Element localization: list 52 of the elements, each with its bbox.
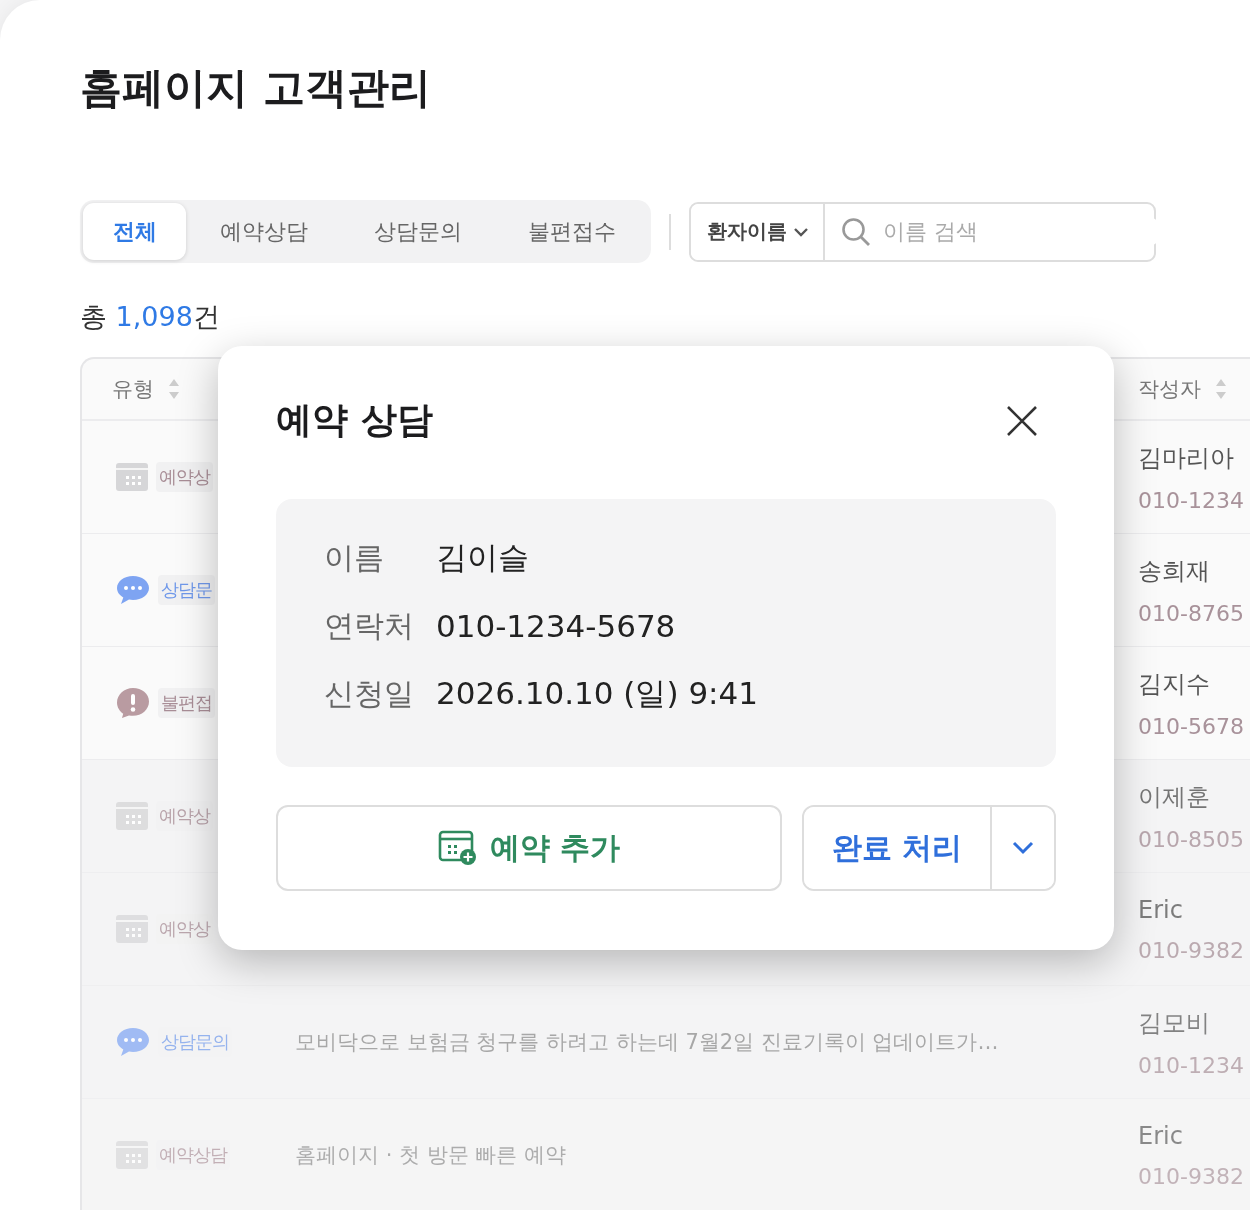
filter-tab[interactable]: 불편접수	[496, 203, 648, 260]
author-phone: 010-9382	[1138, 937, 1245, 963]
chevron-down-icon	[1012, 841, 1034, 855]
author-name: 김지수	[1138, 668, 1211, 700]
chat-bubble-icon	[116, 575, 150, 605]
field-value: 2026.10.10 (일) 9:41	[436, 674, 758, 713]
author-name: 김모비	[1138, 1007, 1211, 1039]
field-label: 신청일	[324, 674, 415, 713]
calendar-icon	[116, 915, 148, 943]
search-field[interactable]: 이름 검색	[825, 203, 1159, 260]
page-title: 홈페이지 고객관리	[80, 62, 432, 114]
author-phone: 010-9382	[1138, 1163, 1245, 1189]
sort-icon[interactable]	[168, 378, 180, 400]
calendar-icon	[116, 802, 148, 830]
close-button[interactable]	[1006, 404, 1038, 437]
author-name: Eric	[1138, 1121, 1184, 1150]
author-phone: 010-8765	[1138, 600, 1245, 626]
filter-tab[interactable]: 상담문의	[342, 203, 495, 260]
search-icon	[841, 216, 871, 247]
dialog-title: 예약 상담	[276, 398, 433, 442]
filter-tab[interactable]: 전체	[83, 203, 187, 260]
calendar-plus-icon	[437, 830, 478, 866]
author-phone: 010-1234	[1138, 487, 1245, 513]
field-label: 이름	[324, 538, 385, 577]
type-tag: 상담문	[158, 575, 215, 605]
field-value: 김이슬	[436, 538, 529, 577]
field-label: 연락처	[324, 606, 415, 645]
filter-tab[interactable]: 예약상담	[188, 203, 341, 260]
alert-bubble-icon	[116, 687, 150, 719]
message-text: 모비닥으로 보험금 청구를 하려고 하는데 7월2일 진료기록이 업데이트가…	[294, 1029, 1000, 1056]
field-value: 010-1234-5678	[436, 608, 676, 644]
complete-button[interactable]: 완료 처리	[804, 807, 992, 889]
add-reservation-button[interactable]: 예약 추가	[276, 805, 782, 891]
message-text: 홈페이지 · 첫 방문 빠른 예약	[294, 1142, 568, 1169]
column-header[interactable]: 유형	[82, 375, 277, 403]
chat-bubble-icon	[116, 1027, 150, 1057]
field-select[interactable]: 환자이름	[691, 203, 825, 260]
calendar-icon	[116, 1141, 148, 1169]
sort-icon[interactable]	[1215, 378, 1227, 400]
total-count: 총 1,098건	[80, 300, 221, 334]
type-tag: 불편접	[158, 688, 215, 718]
author-name: 송희재	[1138, 555, 1211, 587]
chevron-down-icon	[793, 226, 809, 237]
column-header[interactable]: 작성자	[1117, 375, 1250, 403]
author-name: 이제훈	[1138, 781, 1211, 813]
author-phone: 010-1234	[1138, 1052, 1245, 1078]
author-name: Eric	[1138, 895, 1184, 924]
author-phone: 010-5678	[1138, 713, 1245, 739]
author-name: 김마리아	[1138, 442, 1235, 474]
calendar-icon	[116, 463, 148, 491]
type-tag: 예약상	[156, 462, 213, 492]
author-phone: 010-8505	[1138, 826, 1245, 852]
